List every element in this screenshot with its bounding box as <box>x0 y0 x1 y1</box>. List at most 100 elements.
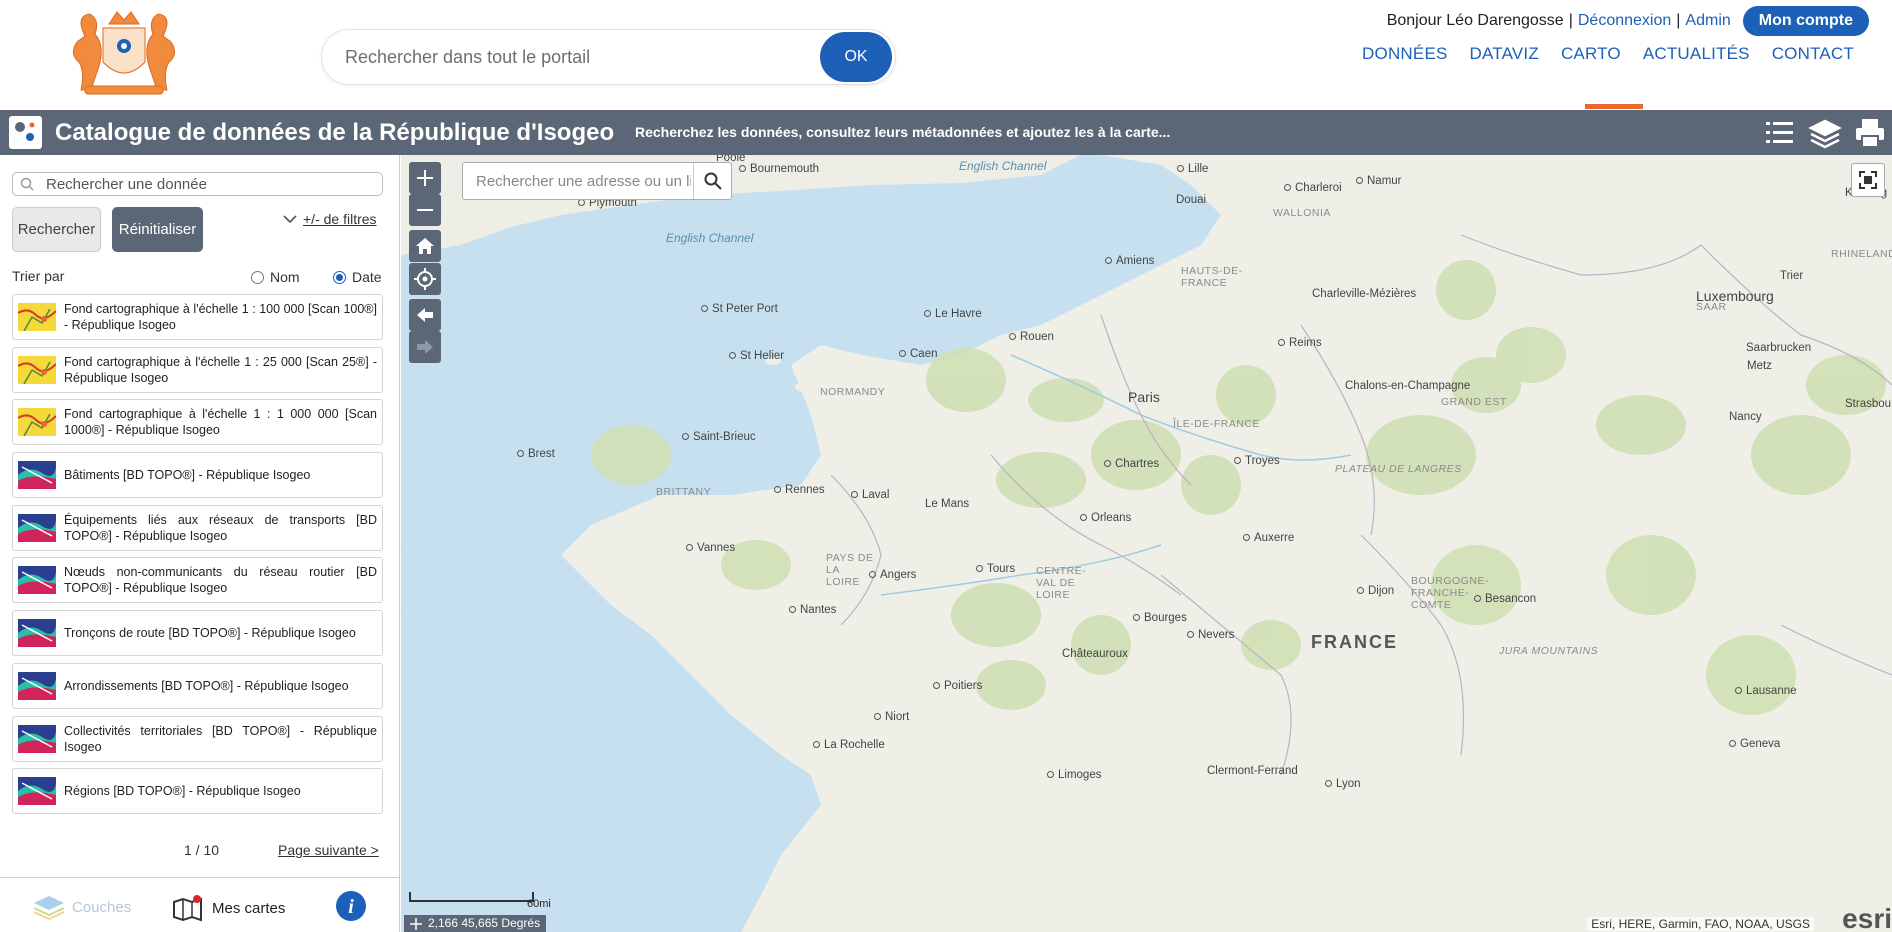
city-label: Amiens <box>1105 255 1154 267</box>
search-button[interactable]: Rechercher <box>12 207 101 252</box>
crosshair-icon <box>414 268 436 290</box>
next-page-link[interactable]: Page suivante > <box>278 842 379 858</box>
city-label: Metz <box>1747 360 1772 372</box>
dataset-item[interactable]: Arrondissements [BD TOPO®] - République … <box>12 662 383 709</box>
address-search-button[interactable] <box>693 163 731 199</box>
dataset-title: Bâtiments [BD TOPO®] - République Isogeo <box>64 468 311 483</box>
app-subtitle: Recherchez les données, consultez leurs … <box>635 124 1171 140</box>
locate-button[interactable] <box>409 263 441 295</box>
map-view[interactable]: English Channel English Channel FRANCE P… <box>401 155 1892 932</box>
city-label: Troyes <box>1234 455 1280 467</box>
city-label: Bournemouth <box>739 163 819 175</box>
region-label: NORMANDY <box>820 386 886 398</box>
coordinates-readout: 2,166 45,665 Degrés <box>404 915 547 932</box>
zoom-in-button[interactable] <box>409 162 441 194</box>
dataset-item[interactable]: Nœuds non-communicants du réseau routier… <box>12 557 383 604</box>
city-label: Niort <box>874 711 909 723</box>
region-label: BRITTANY <box>656 486 712 498</box>
info-icon[interactable]: i <box>335 890 367 922</box>
city-label: Nantes <box>789 604 836 616</box>
region-label: CENTRE-VAL DE LOIRE <box>1036 565 1087 601</box>
nav-contact[interactable]: CONTACT <box>1772 44 1854 64</box>
next-extent-button[interactable] <box>409 331 441 363</box>
region-label: WALLONIA <box>1273 207 1331 219</box>
dataset-item[interactable]: Tronçons de route [BD TOPO®] - Républiqu… <box>12 610 383 657</box>
dataset-title: Fond cartographique à l'échelle 1 : 25 0… <box>64 354 377 385</box>
sort-label: Trier par <box>12 268 65 284</box>
city-label: Reims <box>1278 337 1322 349</box>
region-label: GRAND EST <box>1441 396 1507 408</box>
region-label: JURA MOUNTAINS <box>1499 645 1599 657</box>
scan-map-thumbnail <box>17 355 57 385</box>
dataset-title: Fond cartographique à l'échelle 1 : 1 00… <box>64 407 377 438</box>
region-label: PLATEAU DE LANGRES <box>1335 463 1462 475</box>
dataset-title: Arrondissements [BD TOPO®] - République … <box>64 678 349 693</box>
city-label: Clermont-Ferrand <box>1207 765 1298 777</box>
arrow-left-icon <box>417 308 433 322</box>
dataset-item[interactable]: Collectivités territoriales [BD TOPO®] -… <box>12 715 383 762</box>
dataset-item[interactable]: Bâtiments [BD TOPO®] - République Isogeo <box>12 452 383 499</box>
dataset-item[interactable]: Fond cartographique à l'échelle 1 : 100 … <box>12 294 383 340</box>
city-label: Trier <box>1780 270 1804 282</box>
data-search-input[interactable]: Rechercher une donnée <box>12 172 383 196</box>
list-icon[interactable] <box>1763 116 1797 150</box>
city-label: Caen <box>899 348 938 360</box>
site-header: Rechercher dans tout le portail OK Bonjo… <box>0 0 1892 110</box>
sea-label: English Channel <box>959 159 1047 173</box>
sea-label: English Channel <box>666 231 754 245</box>
city-label: Auxerre <box>1243 532 1294 544</box>
dataset-item[interactable]: Fond cartographique à l'échelle 1 : 25 0… <box>12 346 383 393</box>
more-filters-link[interactable]: +/- de filtres <box>303 211 377 227</box>
coordinates-text: 2,166 45,665 Degrés <box>428 916 541 930</box>
map-pin-icon <box>173 895 202 922</box>
radio-dot-selected <box>333 270 346 284</box>
dataset-title: Fond cartographique à l'échelle 1 : 100 … <box>64 302 377 332</box>
layers-icon[interactable] <box>1808 116 1842 150</box>
nav-actualites[interactable]: ACTUALITÉS <box>1643 44 1750 64</box>
nav-carto[interactable]: CARTO <box>1561 44 1621 64</box>
esri-logo: esri <box>1842 903 1892 932</box>
address-search-input[interactable]: Rechercher une adresse ou un li <box>462 162 732 200</box>
svg-text:i: i <box>348 896 354 918</box>
city-label: Châteauroux <box>1062 648 1128 660</box>
fullscreen-icon <box>1859 171 1877 189</box>
nav-donnees[interactable]: DONNÉES <box>1362 44 1447 64</box>
sort-by-name-radio[interactable]: Nom <box>251 269 300 285</box>
city-label: Rennes <box>774 484 825 496</box>
previous-extent-button[interactable] <box>409 299 441 331</box>
dataset-title: Tronçons de route [BD TOPO®] - Républiqu… <box>64 626 356 641</box>
zoom-out-button[interactable] <box>409 194 441 226</box>
logout-link[interactable]: Déconnexion <box>1578 12 1671 30</box>
vector-thumbnail <box>18 671 56 700</box>
home-button[interactable] <box>409 230 441 262</box>
print-icon[interactable] <box>1853 116 1887 150</box>
data-search-placeholder: Rechercher une donnée <box>46 176 207 193</box>
dataset-item[interactable]: Fond cartographique à l'échelle 1 : 1 00… <box>12 399 383 446</box>
vector-thumbnail <box>18 566 56 595</box>
home-icon <box>416 238 434 254</box>
my-maps-tab[interactable]: Mes cartes <box>172 894 285 922</box>
city-label: Poitiers <box>933 680 982 692</box>
sort-by-date-radio[interactable]: Date <box>333 269 382 285</box>
city-label: Le Mans <box>925 498 970 510</box>
admin-link[interactable]: Admin <box>1685 12 1730 30</box>
city-label: Lille <box>1177 163 1208 175</box>
my-account-button[interactable]: Mon compte <box>1742 6 1869 36</box>
fullscreen-button[interactable] <box>1851 163 1885 197</box>
city-label: Nevers <box>1187 629 1234 641</box>
portal-search-ok-button[interactable]: OK <box>820 32 892 82</box>
coat-of-arms-logo[interactable] <box>55 6 193 96</box>
dataset-title: Équipements liés aux réseaux de transpor… <box>64 512 377 543</box>
sort-option-name: Nom <box>270 269 300 285</box>
scan-map-thumbnail <box>17 303 57 332</box>
reset-button[interactable]: Réinitialiser <box>112 207 203 252</box>
city-label: Lausanne <box>1735 685 1797 697</box>
layers-tab[interactable]: Couches <box>32 894 131 920</box>
nav-dataviz[interactable]: DATAVIZ <box>1470 44 1539 64</box>
more-filters-toggle[interactable]: +/- de filtres <box>283 211 377 227</box>
dataset-item[interactable]: Équipements liés aux réseaux de transpor… <box>12 504 383 551</box>
dataset-title: Régions [BD TOPO®] - République Isogeo <box>64 784 301 799</box>
region-label: PAYS DE LA LOIRE <box>826 552 874 588</box>
portal-search-input[interactable]: Rechercher dans tout le portail <box>321 29 896 85</box>
dataset-item[interactable]: Régions [BD TOPO®] - République Isogeo <box>12 768 383 815</box>
